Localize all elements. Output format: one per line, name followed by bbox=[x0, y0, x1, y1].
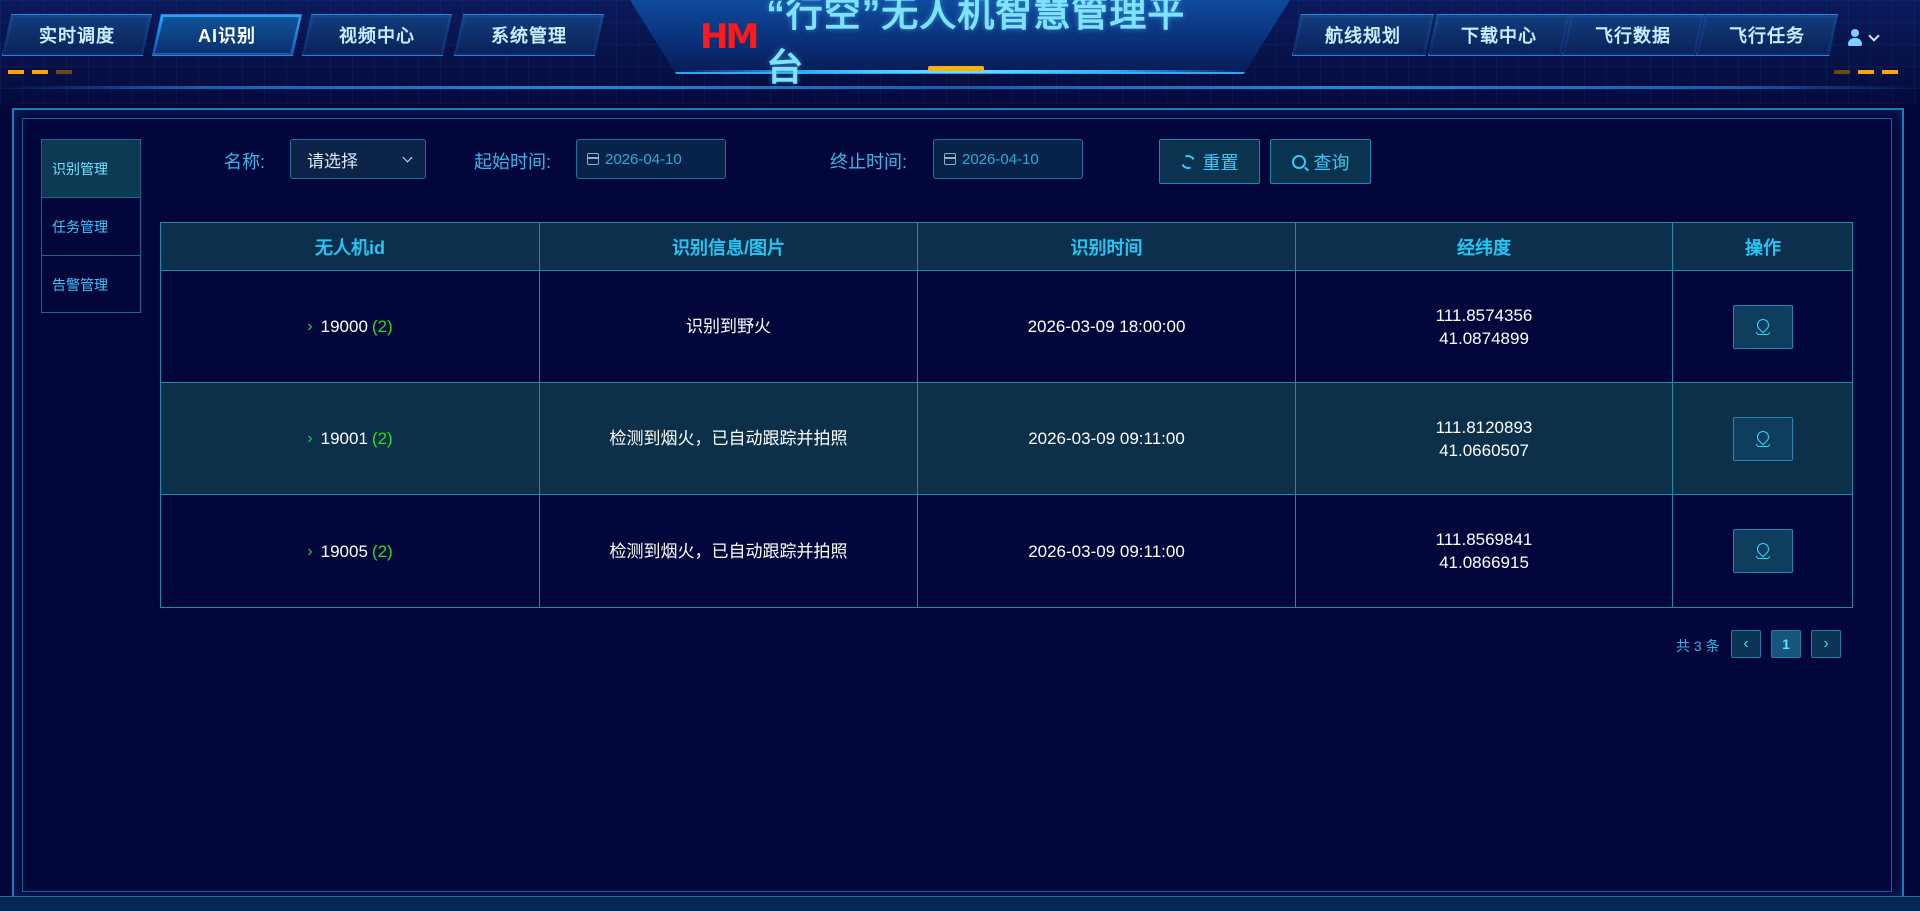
nav-tab-label: 飞行数据 bbox=[1595, 26, 1671, 46]
actions-cell bbox=[1673, 383, 1853, 494]
coordinates-cell: 111.8569841 41.0866915 bbox=[1296, 495, 1673, 607]
table-row: › 19001 (2) 检测到烟火，已自动跟踪并拍照 2026-03-09 09… bbox=[161, 383, 1852, 495]
drone-id: 19001 bbox=[320, 429, 368, 448]
start-time-label: 起始时间: bbox=[474, 152, 552, 172]
coordinates-cell: 111.8120893 41.0660507 bbox=[1296, 383, 1673, 494]
coordinates-cell: 111.8574356 41.0874899 bbox=[1296, 271, 1673, 382]
actions-cell bbox=[1673, 495, 1853, 607]
top-header: HM “行空”无人机智慧管理平台 实时调度 AI识别 视频中心 系统管理 航线规… bbox=[0, 0, 1920, 105]
column-header-drone-id: 无人机id bbox=[161, 223, 540, 270]
nav-tab-ai-recognition[interactable]: AI识别 bbox=[152, 14, 302, 56]
refresh-icon bbox=[1178, 152, 1197, 171]
table-row: › 19005 (2) 检测到烟火，已自动跟踪并拍照 2026-03-09 09… bbox=[161, 495, 1852, 607]
recognition-info: 检测到烟火，已自动跟踪并拍照 bbox=[540, 383, 918, 494]
reset-button[interactable]: 重置 bbox=[1159, 139, 1260, 184]
recognition-info: 识别到野火 bbox=[540, 271, 918, 382]
page-number-button[interactable]: 1 bbox=[1771, 630, 1801, 658]
end-date-picker[interactable]: 2026-04-10 bbox=[933, 139, 1083, 179]
user-menu[interactable] bbox=[1846, 26, 1896, 50]
end-time-label: 终止时间: bbox=[830, 152, 908, 172]
drone-id-cell[interactable]: › 19005 (2) bbox=[161, 495, 540, 607]
nav-tab-label: 下载中心 bbox=[1461, 26, 1537, 46]
nav-tab-label: 系统管理 bbox=[491, 26, 567, 46]
latitude: 41.0874899 bbox=[1439, 328, 1529, 348]
nav-tab-flight-data[interactable]: 飞行数据 bbox=[1562, 14, 1704, 56]
chevron-right-icon[interactable]: › bbox=[307, 427, 312, 450]
column-header-actions: 操作 bbox=[1745, 237, 1781, 258]
nav-tab-flight-tasks[interactable]: 飞行任务 bbox=[1696, 14, 1838, 56]
locate-button[interactable] bbox=[1733, 529, 1793, 573]
location-pin-icon bbox=[1754, 540, 1772, 559]
nav-tab-label: 视频中心 bbox=[339, 26, 415, 46]
query-button-label: 查询 bbox=[1313, 152, 1350, 173]
recognition-table: 无人机id 识别信息/图片 识别时间 经纬度 操作 › 19000 (2) 识别… bbox=[160, 222, 1853, 608]
latitude: 41.0866915 bbox=[1439, 553, 1529, 572]
chevron-right-icon[interactable]: › bbox=[307, 540, 312, 563]
column-header-info: 识别信息/图片 bbox=[540, 223, 918, 270]
record-count: (2) bbox=[371, 429, 393, 448]
nav-tab-video-center[interactable]: 视频中心 bbox=[302, 14, 452, 56]
search-icon bbox=[1291, 154, 1306, 169]
next-page-button[interactable]: › bbox=[1811, 630, 1841, 658]
nav-tab-label: 飞行任务 bbox=[1729, 26, 1805, 46]
header-right-dashes bbox=[1834, 70, 1898, 74]
nav-tab-label: AI识别 bbox=[198, 26, 256, 46]
start-date-value: 2026-04-10 bbox=[605, 150, 682, 168]
actions-cell bbox=[1673, 271, 1853, 382]
drone-id: 19000 bbox=[320, 317, 368, 336]
locate-button[interactable] bbox=[1733, 304, 1793, 349]
app-title: “行空”无人机智慧管理平台 bbox=[766, 0, 1186, 88]
chevron-down-icon bbox=[402, 152, 413, 163]
record-count: (2) bbox=[371, 541, 393, 561]
nav-tab-label: 航线规划 bbox=[1325, 26, 1401, 46]
chevron-down-icon bbox=[1868, 30, 1880, 42]
nav-tab-route-planning[interactable]: 航线规划 bbox=[1292, 14, 1434, 56]
name-filter-label: 名称: bbox=[224, 152, 266, 172]
name-select-value: 请选择 bbox=[307, 151, 358, 171]
side-menu: 识别管理 任务管理 告警管理 bbox=[41, 139, 141, 313]
nav-tab-realtime-dispatch[interactable]: 实时调度 bbox=[2, 14, 152, 56]
nav-tab-label: 实时调度 bbox=[39, 26, 115, 46]
side-item-task-management[interactable]: 任务管理 bbox=[42, 198, 140, 256]
query-button[interactable]: 查询 bbox=[1270, 139, 1371, 184]
drone-id: 19005 bbox=[320, 541, 368, 561]
recognition-time: 2026-03-09 09:11:00 bbox=[918, 495, 1296, 607]
table-header: 无人机id 识别信息/图片 识别时间 经纬度 操作 bbox=[161, 223, 1852, 271]
start-date-picker[interactable]: 2026-04-10 bbox=[576, 139, 726, 179]
bottom-decoration-strip bbox=[0, 896, 1920, 911]
longitude: 111.8120893 bbox=[1435, 417, 1533, 437]
recognition-time: 2026-03-09 09:11:00 bbox=[918, 383, 1296, 494]
location-pin-icon bbox=[1754, 316, 1772, 335]
brand-logo: HM bbox=[700, 17, 759, 57]
longitude: 111.8574356 bbox=[1435, 305, 1533, 325]
header-left-dashes bbox=[8, 70, 72, 74]
recognition-info: 检测到烟火，已自动跟踪并拍照 bbox=[540, 495, 918, 607]
drone-id-cell[interactable]: › 19000 (2) bbox=[161, 271, 540, 382]
user-icon bbox=[1846, 28, 1864, 48]
column-header-coordinates: 经纬度 bbox=[1296, 223, 1673, 270]
drone-id-cell[interactable]: › 19001 (2) bbox=[161, 383, 540, 494]
name-select[interactable]: 请选择 bbox=[290, 139, 426, 179]
longitude: 111.8569841 bbox=[1435, 530, 1533, 549]
nav-tab-download-center[interactable]: 下载中心 bbox=[1428, 14, 1570, 56]
calendar-icon bbox=[944, 153, 956, 165]
side-item-recognition-management[interactable]: 识别管理 bbox=[42, 140, 140, 198]
side-item-alarm-management[interactable]: 告警管理 bbox=[42, 256, 140, 314]
column-header-time: 识别时间 bbox=[918, 223, 1296, 270]
reset-button-label: 重置 bbox=[1202, 152, 1239, 173]
pagination-total: 共 3 条 bbox=[1676, 638, 1720, 654]
locate-button[interactable] bbox=[1733, 416, 1793, 461]
chevron-right-icon[interactable]: › bbox=[307, 315, 312, 338]
end-date-value: 2026-04-10 bbox=[962, 150, 1039, 168]
location-pin-icon bbox=[1754, 428, 1772, 447]
latitude: 41.0660507 bbox=[1439, 440, 1529, 460]
prev-page-button[interactable]: ‹ bbox=[1731, 630, 1761, 658]
record-count: (2) bbox=[371, 317, 393, 336]
recognition-time: 2026-03-09 18:00:00 bbox=[918, 271, 1296, 382]
app-title-block: HM “行空”无人机智慧管理平台 bbox=[700, 0, 1220, 88]
table-row: › 19000 (2) 识别到野火 2026-03-09 18:00:00 11… bbox=[161, 271, 1852, 383]
nav-tab-system-management[interactable]: 系统管理 bbox=[454, 14, 604, 56]
calendar-icon bbox=[587, 153, 599, 165]
